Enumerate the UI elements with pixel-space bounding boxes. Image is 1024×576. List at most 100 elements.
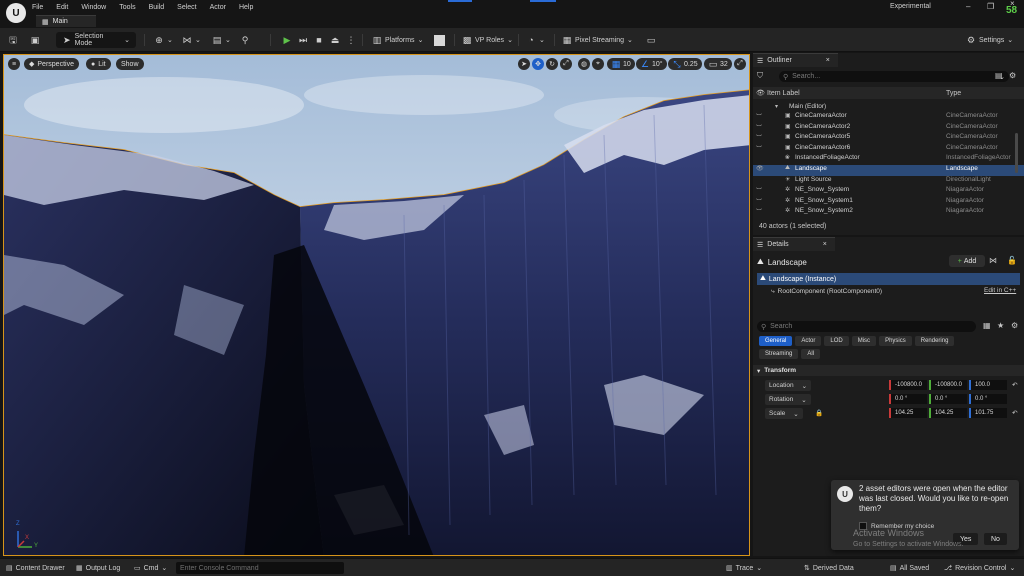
- category-actor[interactable]: Actor: [795, 336, 822, 346]
- content-browser-button[interactable]: ▣: [30, 32, 40, 48]
- visibility-toggle-icon[interactable]: ︶: [756, 112, 764, 121]
- selection-mode-dropdown[interactable]: ➤ Selection Mode ⌄: [56, 32, 136, 48]
- transform-section-header[interactable]: ▾ Transform: [753, 365, 1024, 376]
- cmd-dropdown[interactable]: ▭ Cmd ⌄: [134, 562, 167, 574]
- perspective-button[interactable]: ◆ Perspective: [24, 58, 79, 70]
- gear-icon[interactable]: ⚙: [1011, 321, 1018, 330]
- outliner-row[interactable]: ︶ ▣ CineCameraActor5 CineCameraActor: [753, 133, 1024, 144]
- grid-snap-button[interactable]: ▦ 10: [607, 58, 635, 70]
- visibility-toggle-icon[interactable]: 👁: [756, 165, 764, 172]
- outliner-row[interactable]: ︶ ✲ NE_Snow_System1 NiagaraActor: [753, 197, 1024, 208]
- menu-select[interactable]: Select: [177, 4, 196, 11]
- show-button[interactable]: Show: [116, 58, 144, 70]
- menu-tools[interactable]: Tools: [119, 4, 135, 11]
- world-local-button[interactable]: ◍: [578, 58, 590, 70]
- close-icon[interactable]: ×: [826, 57, 830, 64]
- location-y-input[interactable]: -100800.0: [929, 380, 967, 390]
- eject-button[interactable]: ⏏: [330, 32, 340, 48]
- tab-outliner[interactable]: ☰ Outliner ×: [753, 53, 838, 67]
- close-icon[interactable]: ×: [823, 241, 827, 248]
- tab-main[interactable]: ▦ Main: [36, 15, 96, 27]
- col-item-label[interactable]: Item Label: [767, 90, 800, 97]
- category-lod[interactable]: LOD: [824, 336, 849, 346]
- cinematics-button[interactable]: ▤ ⌄: [212, 32, 231, 48]
- rotation-dropdown[interactable]: Rotation ⌄: [765, 394, 811, 405]
- outliner-root-row[interactable]: ▾ Main (Editor): [753, 101, 1024, 112]
- select-mode-button[interactable]: ➤: [518, 58, 530, 70]
- trace-button[interactable]: ▥ Trace ⌄: [726, 562, 762, 574]
- details-search-input[interactable]: ⚲ Search: [757, 321, 976, 332]
- filter-icon[interactable]: ⛉: [757, 71, 763, 81]
- menu-edit[interactable]: Edit: [56, 4, 68, 11]
- scale-x-input[interactable]: 104.25: [889, 408, 927, 418]
- play-options-button[interactable]: ⋮: [346, 32, 356, 48]
- color-swatch-button[interactable]: [434, 32, 445, 48]
- col-type[interactable]: Type: [946, 90, 961, 97]
- visibility-toggle-icon[interactable]: ︶: [756, 186, 764, 195]
- visibility-toggle-icon[interactable]: ︶: [756, 133, 764, 142]
- rotation-y-input[interactable]: 0.0 °: [929, 394, 967, 404]
- live-link-button[interactable]: ◔ ⌄: [526, 32, 545, 48]
- scale-snap-button[interactable]: ⤡ 0.25: [668, 58, 702, 70]
- root-component-row[interactable]: ⤷ RootComponent (RootComponent0): [757, 286, 1020, 297]
- location-z-input[interactable]: 100.0: [969, 380, 1007, 390]
- scrollbar[interactable]: [1015, 133, 1018, 173]
- vp-roles-button[interactable]: ▩ VP Roles ⌄: [462, 32, 513, 48]
- blueprint-icon[interactable]: ⋈: [989, 256, 997, 265]
- platforms-button[interactable]: ▥ Platforms ⌄: [372, 32, 424, 48]
- scale-y-input[interactable]: 104.25: [929, 408, 967, 418]
- maximize-icon[interactable]: ❐: [987, 2, 994, 11]
- visibility-toggle-icon[interactable]: ︶: [756, 197, 764, 206]
- scale-mode-button[interactable]: ⤢: [560, 58, 572, 70]
- all-saved-button[interactable]: ▤ All Saved: [890, 562, 929, 574]
- play-button[interactable]: ▶: [282, 32, 292, 48]
- extra-tool-button[interactable]: ▭: [646, 32, 656, 48]
- surface-snap-button[interactable]: ⌖: [592, 58, 604, 70]
- visibility-toggle-icon[interactable]: ︶: [756, 207, 764, 216]
- category-general[interactable]: General: [759, 336, 793, 346]
- modes-button[interactable]: ⚲: [240, 32, 250, 48]
- add-actor-button[interactable]: ⊕ ⌄: [154, 32, 173, 48]
- scale-dropdown[interactable]: Scale ⌄: [765, 408, 803, 419]
- step-button[interactable]: ⏭: [298, 32, 308, 48]
- gear-icon[interactable]: ⚙: [1009, 71, 1016, 80]
- location-dropdown[interactable]: Location ⌄: [765, 380, 812, 391]
- save-button[interactable]: 🖫: [8, 32, 18, 48]
- console-command-input[interactable]: Enter Console Command: [176, 562, 344, 574]
- category-rendering[interactable]: Rendering: [914, 336, 955, 346]
- no-button[interactable]: No: [984, 533, 1007, 545]
- instance-row[interactable]: ⛰ Landscape (Instance): [757, 273, 1020, 285]
- camera-speed-button[interactable]: ▭ 32: [704, 58, 732, 70]
- star-icon[interactable]: ★: [997, 321, 1004, 330]
- stop-button[interactable]: ■: [314, 32, 324, 48]
- visibility-toggle-icon[interactable]: ︶: [756, 144, 764, 153]
- visibility-toggle-icon[interactable]: ︶: [756, 123, 764, 132]
- rotation-snap-button[interactable]: ∠ 10°: [636, 58, 667, 70]
- settings-button[interactable]: ⚙ Settings ⌄: [966, 32, 1013, 48]
- outliner-row[interactable]: 👁 ⛰ Landscape Landscape: [753, 165, 1024, 176]
- outliner-search-input[interactable]: ⚲ Search... ⌄: [779, 71, 1009, 82]
- content-drawer-button[interactable]: ▤ Content Drawer: [6, 562, 65, 574]
- category-physics[interactable]: Physics: [879, 336, 912, 346]
- outliner-row[interactable]: ︶ ▣ CineCameraActor CineCameraActor: [753, 112, 1024, 123]
- outliner-row[interactable]: ︶ ✲ NE_Snow_System NiagaraActor: [753, 186, 1024, 197]
- rotation-z-input[interactable]: 0.0 °: [969, 394, 1007, 404]
- menu-build[interactable]: Build: [149, 4, 165, 11]
- menu-window[interactable]: Window: [81, 4, 106, 11]
- category-all[interactable]: All: [801, 349, 821, 359]
- lit-button[interactable]: ● Lit: [86, 58, 111, 70]
- maximize-viewport-button[interactable]: ⤢: [734, 58, 746, 70]
- derived-data-button[interactable]: ⇅ Derived Data: [804, 562, 854, 574]
- reset-icon[interactable]: ↶: [1012, 381, 1017, 389]
- outliner-row[interactable]: ︶ ▣ CineCameraActor2 CineCameraActor: [753, 123, 1024, 134]
- scale-z-input[interactable]: 101.75: [969, 408, 1007, 418]
- viewport-options-button[interactable]: ≡: [8, 58, 20, 70]
- pixel-streaming-button[interactable]: ▦ Pixel Streaming ⌄: [562, 32, 633, 48]
- menu-actor[interactable]: Actor: [210, 4, 226, 11]
- outliner-row[interactable]: ☀ Light Source DirectionalLight: [753, 176, 1024, 187]
- add-component-button[interactable]: + Add: [949, 255, 985, 267]
- menu-file[interactable]: File: [32, 4, 43, 11]
- category-misc[interactable]: Misc: [851, 336, 877, 346]
- revision-control-button[interactable]: ⎇ Revision Control ⌄: [944, 562, 1015, 574]
- lock-icon[interactable]: 🔓: [1007, 256, 1017, 265]
